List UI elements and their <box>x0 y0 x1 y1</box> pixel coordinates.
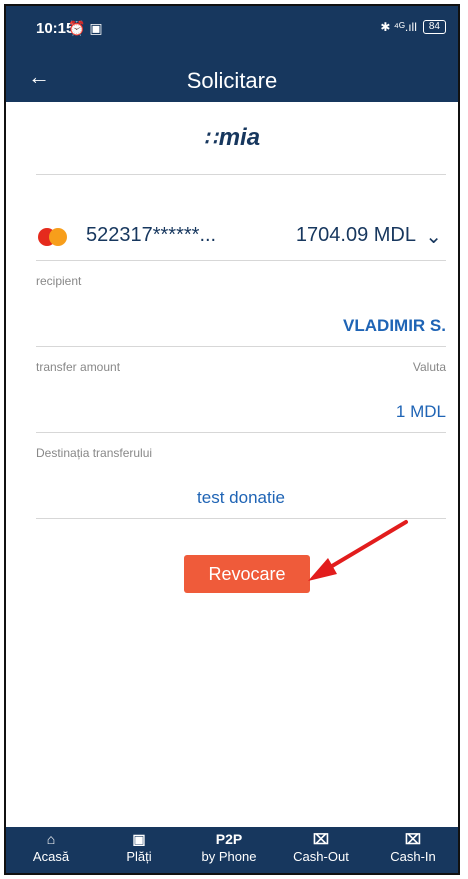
wallet-icon: ▣ <box>132 831 146 847</box>
nav-item-cash-in[interactable]: ⌧ Cash-In <box>378 831 448 864</box>
annotation-arrow-icon <box>308 520 408 581</box>
home-icon: ⌂ <box>46 831 56 847</box>
nav-label: Plăți <box>126 849 152 864</box>
p2p-icon: P2P <box>215 831 243 847</box>
nav-item-cash-out[interactable]: ⌧ Cash-Out <box>286 831 356 864</box>
nav-item-home[interactable]: ⌂ Acasă <box>16 831 86 864</box>
nav-label: Acasă <box>32 849 70 864</box>
nav-label: Cash-Out <box>293 849 349 864</box>
nav-label: Cash-In <box>390 849 436 864</box>
bottom-nav: ⌂ Acasă ▣ Plăți P2P by Phone ⌧ Cash-Out … <box>6 827 458 873</box>
atm-icon: ⌧ <box>312 831 330 847</box>
nav-item-payments[interactable]: ▣ Plăți <box>104 831 174 864</box>
atm-icon: ⌧ <box>404 831 422 847</box>
phone-frame: 10:15 ⏰ ▣ ✱ ⁴ᴳ.ıll 84 ← Solicitare ∷mia … <box>4 4 460 875</box>
nav-label: by Phone <box>201 849 257 864</box>
nav-item-p2p[interactable]: P2P by Phone <box>194 831 264 864</box>
